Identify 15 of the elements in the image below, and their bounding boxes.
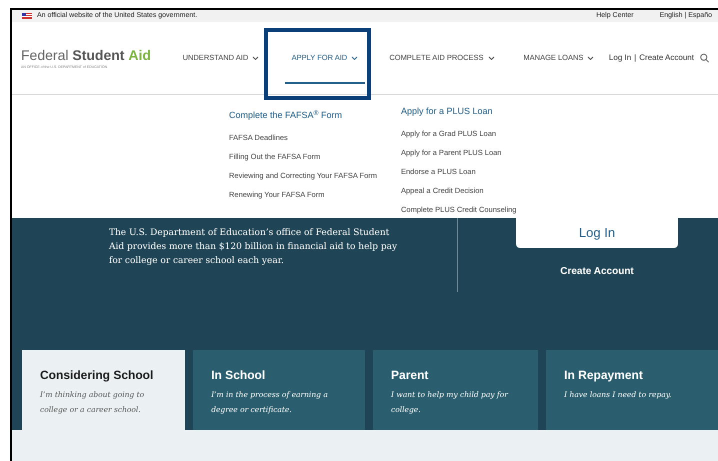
search-icon[interactable] xyxy=(700,52,709,64)
chevron-down-icon xyxy=(252,56,260,60)
chevron-down-icon xyxy=(488,56,495,60)
chevron-down-icon xyxy=(587,56,594,60)
menu-heading-link[interactable]: Apply for a PLUS Loan xyxy=(401,105,516,118)
separator: | xyxy=(634,52,636,64)
hero-text: The U.S. Department of Education’s office of Federal Student Aid provides more than $120 billion in financial aid to help pay for college or career school each year. xyxy=(109,227,398,268)
flag-icon xyxy=(22,13,32,19)
login-button[interactable]: Log In xyxy=(516,218,678,248)
menu-heading-link[interactable]: Complete the FAFSA$^{®}$ Form xyxy=(229,109,377,122)
account-link[interactable]: Log In xyxy=(608,52,632,64)
chevron-down-icon xyxy=(351,56,358,60)
create-account-link[interactable]: Create Account xyxy=(560,264,634,279)
logo-text[interactable]: Federal Student Aid xyxy=(21,45,151,66)
account-link[interactable]: Create Account xyxy=(639,52,694,64)
